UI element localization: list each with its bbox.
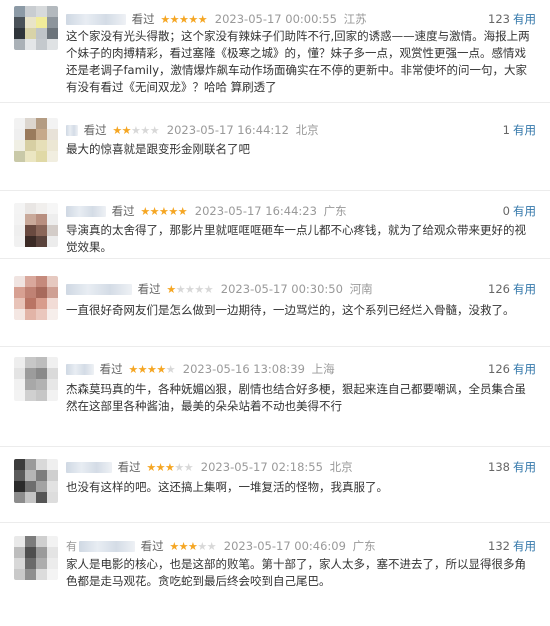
avatar[interactable] bbox=[14, 6, 58, 50]
review-meta: 看过 ★★★★★ 2023-05-17 00:00:55 江苏 bbox=[66, 11, 367, 27]
username-blurred[interactable] bbox=[66, 364, 94, 375]
review-location: 江苏 bbox=[343, 12, 367, 26]
useful-count: 132 bbox=[488, 539, 510, 553]
review-content: 最大的惊喜就是跟变形金刚联名了吧 bbox=[66, 142, 250, 156]
watch-status: 看过 bbox=[83, 123, 107, 137]
username-blurred[interactable] bbox=[66, 125, 78, 136]
review-list: 看过 ★★★★★ 2023-05-17 00:00:55 江苏 123 有用 这个… bbox=[0, 0, 550, 626]
useful-button[interactable]: 有用 bbox=[513, 539, 536, 553]
avatar[interactable] bbox=[14, 276, 58, 320]
review-content: 杰森莫玛真的牛，各种妩媚凶狠，剧情也结合好多梗，狠起来连自己都要嘲讽，全员集合虽… bbox=[66, 382, 526, 413]
useful-count: 1 bbox=[502, 123, 510, 137]
username-blurred[interactable] bbox=[66, 462, 112, 473]
review-content: 导演真的太舍得了，那影片里就哐哐哐砸车一点儿都不心疼钱，就为了给观众带来更好的视… bbox=[66, 223, 526, 254]
useful-button[interactable]: 有用 bbox=[513, 460, 536, 474]
rating-stars: ★★★★★ bbox=[146, 461, 193, 474]
review-content: 一直很好奇网友们是怎么做到一边期待，一边骂烂的，这个系列已经烂入骨髓，没救了。 bbox=[66, 303, 515, 317]
watch-status: 看过 bbox=[131, 12, 155, 26]
useful-vote[interactable]: 123 有用 bbox=[488, 11, 536, 27]
watch-status: 看过 bbox=[111, 204, 135, 218]
avatar[interactable] bbox=[14, 459, 58, 503]
rating-stars: ★★★★★ bbox=[128, 363, 175, 376]
review-time: 2023-05-17 16:44:23 bbox=[194, 204, 317, 218]
avatar[interactable] bbox=[14, 203, 58, 247]
review-meta: 看过 ★★★★★ 2023-05-17 00:30:50 河南 bbox=[66, 281, 373, 297]
review-item: 有 看过 ★★★★★ 2023-05-17 00:46:09 广东 132 有用 … bbox=[0, 523, 550, 626]
review-meta: 看过 ★★★★★ 2023-05-16 13:08:39 上海 bbox=[66, 361, 335, 377]
useful-button[interactable]: 有用 bbox=[513, 204, 536, 218]
username-blurred[interactable] bbox=[66, 206, 106, 217]
review-meta: 看过 ★★★★★ 2023-05-17 02:18:55 北京 bbox=[66, 459, 353, 475]
username-blurred[interactable] bbox=[79, 541, 135, 552]
useful-button[interactable]: 有用 bbox=[513, 282, 536, 296]
useful-vote[interactable]: 0 有用 bbox=[503, 203, 536, 219]
review-location: 北京 bbox=[295, 123, 319, 137]
stars-on: ★★★ bbox=[146, 461, 175, 474]
stars-off: ★★ bbox=[197, 540, 217, 553]
review-location: 上海 bbox=[311, 362, 335, 376]
username-blurred[interactable] bbox=[66, 284, 132, 295]
review-location: 广东 bbox=[323, 204, 347, 218]
rating-stars: ★★★★★ bbox=[160, 13, 207, 26]
rating-stars: ★★★★★ bbox=[166, 283, 213, 296]
review-meta: 看过 ★★★★★ 2023-05-17 16:44:12 北京 bbox=[66, 122, 319, 138]
useful-button[interactable]: 有用 bbox=[513, 362, 536, 376]
review-location: 广东 bbox=[352, 539, 376, 553]
stars-on: ★★★ bbox=[169, 540, 198, 553]
username-prefix: 有 bbox=[66, 540, 77, 553]
review-location: 河南 bbox=[349, 282, 373, 296]
useful-count: 126 bbox=[488, 282, 510, 296]
review-meta: 看过 ★★★★★ 2023-05-17 16:44:23 广东 bbox=[66, 203, 347, 219]
useful-button[interactable]: 有用 bbox=[513, 12, 536, 26]
useful-vote[interactable]: 126 有用 bbox=[488, 361, 536, 377]
useful-button[interactable]: 有用 bbox=[513, 123, 536, 137]
review-time: 2023-05-17 00:00:55 bbox=[214, 12, 337, 26]
avatar[interactable] bbox=[14, 118, 58, 162]
stars-off: ★ bbox=[165, 363, 176, 376]
review-time: 2023-05-16 13:08:39 bbox=[182, 362, 305, 376]
avatar[interactable] bbox=[14, 357, 58, 401]
stars-on: ★★★★★ bbox=[160, 13, 208, 26]
stars-on: ★ bbox=[166, 283, 176, 296]
username-blurred[interactable] bbox=[66, 14, 126, 25]
useful-count: 123 bbox=[488, 12, 510, 26]
watch-status: 看过 bbox=[140, 539, 164, 553]
review-location: 北京 bbox=[329, 460, 353, 474]
review-content: 也没有这样的吧。这还搞上集啊，一堆复活的怪物，我真服了。 bbox=[66, 480, 388, 494]
review-item: 看过 ★★★★★ 2023-05-17 00:00:55 江苏 123 有用 这个… bbox=[0, 0, 550, 103]
review-time: 2023-05-17 00:46:09 bbox=[223, 539, 346, 553]
useful-vote[interactable]: 126 有用 bbox=[488, 281, 536, 297]
useful-count: 126 bbox=[488, 362, 510, 376]
rating-stars: ★★★★★ bbox=[169, 540, 216, 553]
review-item: 看过 ★★★★★ 2023-05-17 16:44:12 北京 1 有用 最大的惊… bbox=[0, 103, 550, 191]
useful-vote[interactable]: 132 有用 bbox=[488, 538, 536, 554]
review-content: 家人是电影的核心，也是这部的败笔。第十部了，家人太多，塞不进去了，所以显得很多角… bbox=[66, 557, 526, 588]
stars-on: ★★ bbox=[112, 124, 132, 137]
rating-stars: ★★★★★ bbox=[140, 205, 187, 218]
stars-off: ★★★★ bbox=[175, 283, 214, 296]
stars-on: ★★★★ bbox=[128, 363, 166, 376]
useful-count: 138 bbox=[488, 460, 510, 474]
review-item: 看过 ★★★★★ 2023-05-16 13:08:39 上海 126 有用 杰森… bbox=[0, 347, 550, 447]
review-item: 看过 ★★★★★ 2023-05-17 16:44:23 广东 0 有用 导演真的… bbox=[0, 191, 550, 259]
stars-on: ★★★★★ bbox=[140, 205, 188, 218]
review-item: 看过 ★★★★★ 2023-05-17 00:30:50 河南 126 有用 一直… bbox=[0, 259, 550, 347]
review-time: 2023-05-17 00:30:50 bbox=[220, 282, 343, 296]
watch-status: 看过 bbox=[99, 362, 123, 376]
watch-status: 看过 bbox=[137, 282, 161, 296]
useful-vote[interactable]: 1 有用 bbox=[503, 122, 536, 138]
review-time: 2023-05-17 02:18:55 bbox=[200, 460, 323, 474]
rating-stars: ★★★★★ bbox=[112, 124, 159, 137]
stars-off: ★★★ bbox=[131, 124, 160, 137]
useful-vote[interactable]: 138 有用 bbox=[488, 459, 536, 475]
stars-off: ★★ bbox=[174, 461, 194, 474]
review-meta: 有 看过 ★★★★★ 2023-05-17 00:46:09 广东 bbox=[66, 538, 376, 554]
review-time: 2023-05-17 16:44:12 bbox=[166, 123, 289, 137]
watch-status: 看过 bbox=[117, 460, 141, 474]
useful-count: 0 bbox=[502, 204, 510, 218]
review-item: 看过 ★★★★★ 2023-05-17 02:18:55 北京 138 有用 也没… bbox=[0, 447, 550, 523]
avatar[interactable] bbox=[14, 536, 58, 580]
review-content: 这个家没有光头得散；这个家没有辣妹子们助阵不行,回家的诱惑——速度与激情。海报上… bbox=[66, 29, 530, 94]
